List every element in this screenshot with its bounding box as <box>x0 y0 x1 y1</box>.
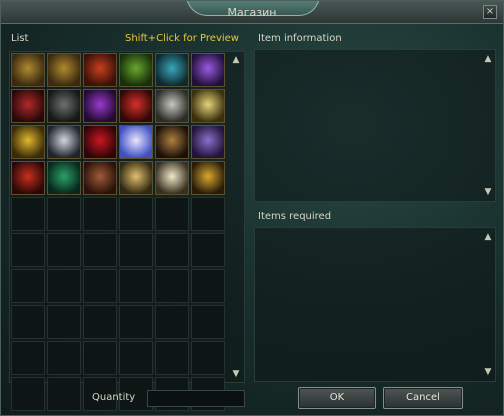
items-required-label: Items required <box>258 211 332 222</box>
preview-hint: Shift+Click for Preview <box>125 33 239 44</box>
scroll-down-arrow-icon[interactable]: ▼ <box>229 367 243 381</box>
empty-slot[interactable] <box>83 197 117 231</box>
scroll-up-arrow-icon[interactable]: ▲ <box>229 53 243 67</box>
close-button[interactable]: × <box>483 5 497 19</box>
empty-slot[interactable] <box>191 233 225 267</box>
cancel-button[interactable]: Cancel <box>383 387 463 409</box>
red-winged-armor-icon[interactable] <box>11 161 45 195</box>
list-scrollbar[interactable]: ▲ ▼ <box>229 53 243 381</box>
empty-slot[interactable] <box>155 305 189 339</box>
empty-slot[interactable] <box>191 305 225 339</box>
empty-slot[interactable] <box>83 233 117 267</box>
dark-armor-icon[interactable] <box>47 89 81 123</box>
violet-armor-icon[interactable] <box>83 89 117 123</box>
teal-armor-icon[interactable] <box>155 53 189 87</box>
dark-gold-armor-icon[interactable] <box>155 125 189 159</box>
white-armor-icon[interactable] <box>47 125 81 159</box>
bronze-armor-icon[interactable] <box>83 161 117 195</box>
empty-slot[interactable] <box>83 341 117 375</box>
gold-white-armor-icon[interactable] <box>119 161 153 195</box>
empty-slot[interactable] <box>47 269 81 303</box>
scarlet-armor-icon[interactable] <box>119 89 153 123</box>
gold-winged-armor-icon[interactable] <box>11 125 45 159</box>
required-scroll-down-icon[interactable]: ▼ <box>481 365 495 379</box>
empty-slot[interactable] <box>119 233 153 267</box>
empty-slot[interactable] <box>83 269 117 303</box>
item-information-panel: ▲ ▼ <box>254 49 496 202</box>
green-armor-icon[interactable] <box>119 53 153 87</box>
silver-armor-icon[interactable] <box>155 89 189 123</box>
window-title: Магазин <box>227 6 277 19</box>
empty-slot[interactable] <box>47 233 81 267</box>
item-grid <box>11 53 225 411</box>
empty-slot[interactable] <box>191 269 225 303</box>
empty-slot[interactable] <box>155 341 189 375</box>
empty-slot[interactable] <box>11 377 45 411</box>
empty-slot[interactable] <box>155 269 189 303</box>
title-bar[interactable]: Магазин × <box>1 1 503 24</box>
item-information-label: Item information <box>258 33 342 44</box>
empty-slot[interactable] <box>119 197 153 231</box>
items-required-panel: ▲ ▼ <box>254 227 496 382</box>
info-scroll-down-icon[interactable]: ▼ <box>481 185 495 199</box>
gold-coin-icon[interactable] <box>47 53 81 87</box>
empty-slot[interactable] <box>119 341 153 375</box>
quantity-input[interactable] <box>147 390 245 407</box>
empty-slot[interactable] <box>47 197 81 231</box>
gold-coin-icon[interactable] <box>11 53 45 87</box>
red-heart-icon[interactable] <box>83 125 117 159</box>
empty-slot[interactable] <box>191 341 225 375</box>
empty-slot[interactable] <box>11 305 45 339</box>
ivory-armor-icon[interactable] <box>155 161 189 195</box>
empty-slot[interactable] <box>119 269 153 303</box>
required-scroll-up-icon[interactable]: ▲ <box>481 230 495 244</box>
purple-armor-icon[interactable] <box>191 53 225 87</box>
empty-slot[interactable] <box>119 305 153 339</box>
empty-slot[interactable] <box>47 305 81 339</box>
list-label: List <box>11 33 29 44</box>
empty-slot[interactable] <box>47 341 81 375</box>
empty-slot[interactable] <box>155 233 189 267</box>
gold-armor-icon[interactable] <box>191 89 225 123</box>
empty-slot[interactable] <box>47 377 81 411</box>
green-robe-icon[interactable] <box>47 161 81 195</box>
gold-dark-armor-icon[interactable] <box>191 161 225 195</box>
empty-slot[interactable] <box>191 197 225 231</box>
quantity-label: Quantity <box>92 392 136 403</box>
crimson-armor-icon[interactable] <box>11 89 45 123</box>
empty-slot[interactable] <box>11 341 45 375</box>
empty-slot[interactable] <box>11 197 45 231</box>
info-scroll-up-icon[interactable]: ▲ <box>481 52 495 66</box>
empty-slot[interactable] <box>11 233 45 267</box>
red-armor-icon[interactable] <box>83 53 117 87</box>
empty-slot[interactable] <box>155 197 189 231</box>
purple-gold-armor-icon[interactable] <box>191 125 225 159</box>
empty-slot[interactable] <box>11 269 45 303</box>
shop-window: Магазин × List Shift+Click for Preview ▲… <box>0 0 504 416</box>
light-orb-icon[interactable] <box>119 125 153 159</box>
ok-button[interactable]: OK <box>298 387 376 409</box>
empty-slot[interactable] <box>83 305 117 339</box>
